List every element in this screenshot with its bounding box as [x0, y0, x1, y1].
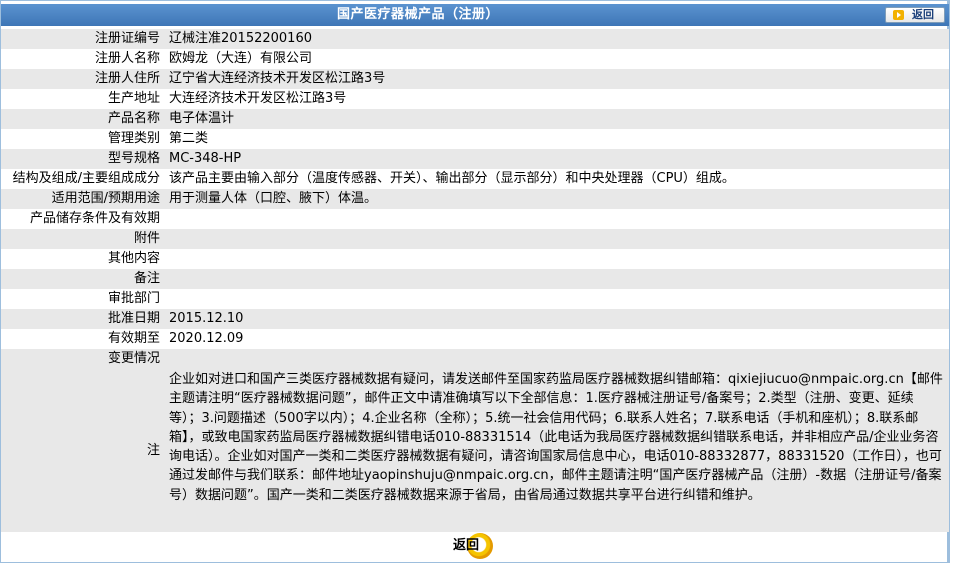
field-value [164, 209, 949, 229]
field-label: 变更情况 [1, 349, 164, 369]
field-label: 有效期至 [1, 329, 164, 349]
field-value [164, 349, 949, 369]
field-value: 该产品主要由输入部分（温度传感器、开关）、输出部分（显示部分）和中央处理器（CP… [164, 169, 949, 189]
table-row: 其他内容 [1, 249, 949, 269]
field-value [164, 229, 949, 249]
title-bar: 国产医疗器械产品（注册） 返回 [1, 4, 949, 26]
field-label: 注册证编号 [1, 29, 164, 49]
table-row: 注册人名称 欧姆龙（大连）有限公司 [1, 49, 949, 69]
top-back-label: 返回 [912, 8, 934, 21]
field-label: 审批部门 [1, 289, 164, 309]
notice-row: 注 企业如对进口和国产三类医疗器械数据有疑问，请发送邮件至国家药监局医疗器械数据… [1, 369, 949, 532]
table-row: 注册人住所 辽宁省大连经济技术开发区松江路3号 [1, 69, 949, 89]
table-row: 批准日期 2015.12.10 [1, 309, 949, 329]
field-value: 2020.12.09 [164, 329, 949, 349]
table-row: 适用范围/预期用途 用于测量人体（口腔、腋下）体温。 [1, 189, 949, 209]
field-value: 欧姆龙（大连）有限公司 [164, 49, 949, 69]
table-row: 产品储存条件及有效期 [1, 209, 949, 229]
field-value [164, 249, 949, 269]
table-row: 变更情况 [1, 349, 949, 369]
table-row: 结构及组成/主要组成成分 该产品主要由输入部分（温度传感器、开关）、输出部分（显… [1, 169, 949, 189]
table-row: 附件 [1, 229, 949, 249]
field-label: 备注 [1, 269, 164, 289]
bottom-back-label: 返回 [453, 538, 480, 553]
field-value: 第二类 [164, 129, 949, 149]
table-row: 审批部门 [1, 289, 949, 309]
field-value: MC-348-HP [164, 149, 949, 169]
table-row: 产品名称 电子体温计 [1, 109, 949, 129]
field-label: 适用范围/预期用途 [1, 189, 164, 209]
field-value [164, 269, 949, 289]
notice-label: 注 [1, 369, 164, 532]
field-label: 生产地址 [1, 89, 164, 109]
table-row: 有效期至 2020.12.09 [1, 329, 949, 349]
bottom-back-button[interactable]: 返回 [449, 532, 499, 562]
table-row: 注册证编号 辽械注准20152200160 [1, 29, 949, 49]
field-value [164, 289, 949, 309]
field-label: 注册人住所 [1, 69, 164, 89]
field-label: 结构及组成/主要组成成分 [1, 169, 164, 189]
page-title: 国产医疗器械产品（注册） [336, 7, 499, 22]
table-row: 型号规格 MC-348-HP [1, 149, 949, 169]
field-label: 型号规格 [1, 149, 164, 169]
table-row: 管理类别 第二类 [1, 129, 949, 149]
top-back-button[interactable]: 返回 [885, 7, 945, 23]
field-label: 管理类别 [1, 129, 164, 149]
notice-text: 企业如对进口和国产三类医疗器械数据有疑问，请发送邮件至国家药监局医疗器械数据纠错… [164, 369, 949, 532]
detail-table: 注册证编号 辽械注准20152200160 注册人名称 欧姆龙（大连）有限公司 … [1, 29, 949, 532]
arrow-right-icon [893, 10, 904, 20]
table-row: 备注 [1, 269, 949, 289]
field-value: 2015.12.10 [164, 309, 949, 329]
field-value: 辽械注准20152200160 [164, 29, 949, 49]
field-value: 辽宁省大连经济技术开发区松江路3号 [164, 69, 949, 89]
field-value: 大连经济技术开发区松江路3号 [164, 89, 949, 109]
field-label: 批准日期 [1, 309, 164, 329]
field-value: 用于测量人体（口腔、腋下）体温。 [164, 189, 949, 209]
field-value: 电子体温计 [164, 109, 949, 129]
field-label: 注册人名称 [1, 49, 164, 69]
field-label: 附件 [1, 229, 164, 249]
page-frame: 国产医疗器械产品（注册） 返回 注册证编号 辽械注准20152200160 注册… [0, 0, 950, 563]
field-label: 产品储存条件及有效期 [1, 209, 164, 229]
table-row: 生产地址 大连经济技术开发区松江路3号 [1, 89, 949, 109]
field-label: 其他内容 [1, 249, 164, 269]
field-label: 产品名称 [1, 109, 164, 129]
